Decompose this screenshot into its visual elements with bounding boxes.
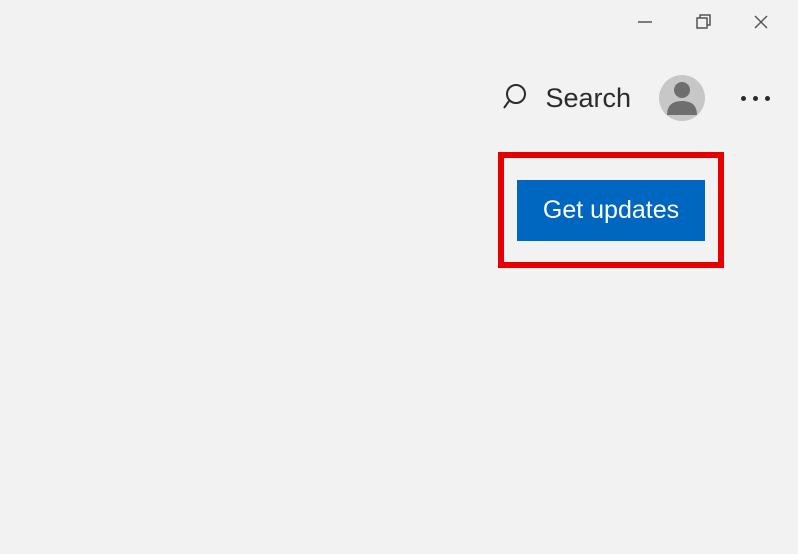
search-icon xyxy=(503,81,533,116)
more-options-button[interactable] xyxy=(733,88,778,109)
minimize-button[interactable] xyxy=(616,0,674,48)
more-icon xyxy=(741,96,746,101)
get-updates-button[interactable]: Get updates xyxy=(517,180,705,241)
window-titlebar xyxy=(616,0,798,48)
restore-button[interactable] xyxy=(674,0,732,48)
search-button[interactable]: Search xyxy=(503,81,631,116)
more-icon xyxy=(753,96,758,101)
search-label: Search xyxy=(545,83,631,114)
user-avatar[interactable] xyxy=(659,75,705,121)
user-icon xyxy=(659,73,705,124)
toolbar: Search xyxy=(503,75,778,121)
more-icon xyxy=(765,96,770,101)
restore-icon xyxy=(694,13,712,36)
close-button[interactable] xyxy=(732,0,790,48)
minimize-icon xyxy=(636,13,654,36)
close-icon xyxy=(752,13,770,36)
highlight-annotation: Get updates xyxy=(498,152,724,268)
